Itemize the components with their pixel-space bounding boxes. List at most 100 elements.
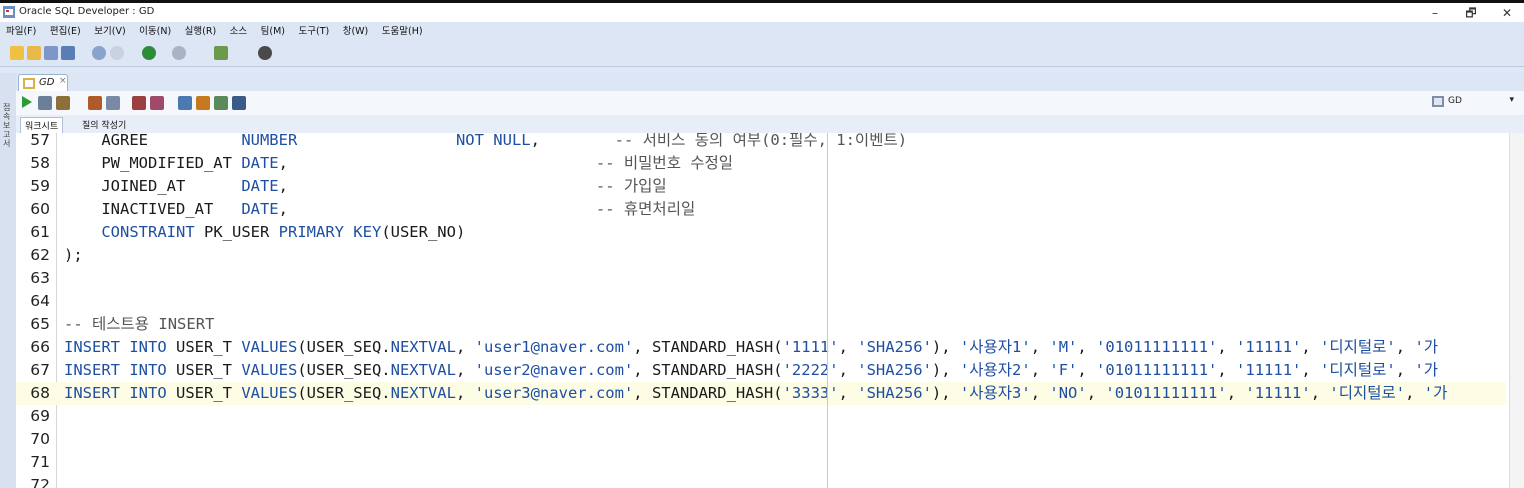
code-line[interactable]: 58 PW_MODIFIED_AT DATE, -- 비밀번호 수정일 <box>16 152 1506 175</box>
save-all-icon[interactable] <box>61 46 75 60</box>
sql-editor[interactable]: 57 AGREE NUMBER NOT NULL, -- 서비스 동의 여부(0… <box>16 133 1524 488</box>
tab-gd[interactable]: GD × <box>18 74 68 91</box>
chevron-down-icon: ▾ <box>1509 95 1514 105</box>
connections-side-panel[interactable]: 접속 보고서 <box>0 73 17 488</box>
sql-history-icon[interactable] <box>178 96 192 110</box>
sql-keyword: VALUES <box>241 384 298 402</box>
sql-string: '사용자3' <box>959 384 1031 402</box>
code-line[interactable]: 66 INSERT INTO USER_T VALUES(USER_SEQ.NEX… <box>16 336 1506 359</box>
forward-icon[interactable] <box>172 46 186 60</box>
sql-token: (USER_SEQ. <box>297 384 391 402</box>
run-statement-icon[interactable] <box>22 96 32 108</box>
code-text: PW_MODIFIED_AT DATE, -- 비밀번호 수정일 <box>64 152 733 175</box>
code-line[interactable]: 57 AGREE NUMBER NOT NULL, -- 서비스 동의 여부(0… <box>16 133 1506 152</box>
code-line[interactable]: 69 <box>16 405 1506 428</box>
code-line[interactable]: 71 <box>16 451 1506 474</box>
sql-comment: -- 테스트용 INSERT <box>64 315 215 333</box>
commit-icon[interactable] <box>56 96 70 110</box>
restore-button[interactable]: 🗗 <box>1456 4 1486 22</box>
code-line[interactable]: 68 INSERT INTO USER_T VALUES(USER_SEQ.NEX… <box>16 382 1506 405</box>
menu-help[interactable]: 도움말(H) <box>382 22 423 42</box>
format-icon[interactable] <box>232 96 246 110</box>
sql-string: 'NO' <box>1049 384 1087 402</box>
code-text: JOINED_AT DATE, -- 가입일 <box>64 175 666 198</box>
sql-token: , <box>1217 338 1237 356</box>
code-line[interactable]: 70 <box>16 428 1506 451</box>
new-icon[interactable] <box>10 46 24 60</box>
sql-token: USER_T <box>166 384 242 402</box>
sql-keyword: NEXTVAL <box>390 361 456 379</box>
menu-source[interactable]: 소스 <box>230 22 247 42</box>
tab-close-icon[interactable]: × <box>59 76 67 86</box>
sql-keyword: INSERT INTO <box>64 384 167 402</box>
sql-token: (USER_SEQ. <box>297 338 391 356</box>
sql-string: '01011111111' <box>1105 384 1227 402</box>
code-line[interactable]: 59 JOINED_AT DATE, -- 가입일 <box>16 175 1506 198</box>
sql-keyword: INSERT INTO <box>64 361 167 379</box>
sql-keyword: INSERT INTO <box>64 338 167 356</box>
line-number: 70 <box>30 430 50 448</box>
sql-string: 'M' <box>1049 338 1078 356</box>
sql-keyword: NUMBER <box>241 133 298 149</box>
minimize-button[interactable]: – <box>1420 4 1450 22</box>
database-icon[interactable] <box>214 46 228 60</box>
tuning-icon[interactable] <box>214 96 228 110</box>
tab-worksheet[interactable]: 워크시트 <box>20 117 64 133</box>
connection-selector[interactable]: GD ▾ <box>1430 94 1518 110</box>
sql-string: 'SHA256' <box>857 384 932 402</box>
redo-icon[interactable] <box>110 46 124 60</box>
autotrace-icon[interactable] <box>132 96 146 110</box>
sql-string: 'F' <box>1049 361 1078 379</box>
explain-plan-icon[interactable] <box>106 96 120 110</box>
connection-icon <box>1432 96 1444 107</box>
code-line[interactable]: 67 INSERT INTO USER_T VALUES(USER_SEQ.NEX… <box>16 359 1506 382</box>
sql-token: , <box>838 384 858 402</box>
sql-token: , <box>278 200 596 218</box>
menu-tools[interactable]: 도구(T) <box>299 22 330 42</box>
menu-edit[interactable]: 편집(E) <box>50 22 81 42</box>
clear-icon[interactable] <box>150 96 164 110</box>
sql-token: , <box>1405 384 1424 402</box>
sql-token: ); <box>64 246 83 264</box>
sql-token: , <box>530 133 615 149</box>
open-icon[interactable] <box>27 46 41 60</box>
menu-run[interactable]: 실행(R) <box>185 22 217 42</box>
vertical-scrollbar[interactable] <box>1509 133 1524 488</box>
sql-token: PW_MODIFIED_AT <box>64 154 242 172</box>
sql-token: (USER_NO) <box>381 223 466 241</box>
sql-string: '디지털로' <box>1329 384 1406 402</box>
sql-string: '11111' <box>1245 384 1311 402</box>
binoculars-icon[interactable] <box>258 46 272 60</box>
sql-string: '디지털로' <box>1320 361 1396 379</box>
back-icon[interactable] <box>142 46 156 60</box>
menu-team[interactable]: 팀(M) <box>261 22 285 42</box>
code-line[interactable]: 63 <box>16 267 1506 290</box>
run-script-icon[interactable] <box>38 96 52 110</box>
code-line[interactable]: 60 INACTIVED_AT DATE, -- 휴면처리일 <box>16 198 1506 221</box>
tab-query-builder[interactable]: 질의 작성기 <box>78 117 130 132</box>
undo-icon[interactable] <box>92 46 106 60</box>
code-line[interactable]: 61 CONSTRAINT PK_USER PRIMARY KEY(USER_N… <box>16 221 1506 244</box>
rollback-icon[interactable] <box>88 96 102 110</box>
sql-string: '가 <box>1414 338 1439 356</box>
sql-token: , <box>1395 361 1415 379</box>
sql-keyword: DATE <box>241 200 279 218</box>
code-line[interactable]: 62); <box>16 244 1506 267</box>
worksheet-subtabs: 워크시트 질의 작성기 <box>16 115 1524 134</box>
close-button[interactable]: ✕ <box>1492 4 1522 22</box>
menu-navigate[interactable]: 이동(N) <box>139 22 171 42</box>
code-line[interactable]: 65 -- 테스트용 INSERT <box>16 313 1506 336</box>
sql-token: , <box>1086 384 1106 402</box>
menu-view[interactable]: 보기(V) <box>94 22 125 42</box>
save-icon[interactable] <box>44 46 58 60</box>
sql-keyword: VALUES <box>241 361 298 379</box>
eraser-icon[interactable] <box>196 96 210 110</box>
menu-file[interactable]: 파일(F) <box>6 22 36 42</box>
menu-window[interactable]: 창(W) <box>343 22 369 42</box>
line-number: 59 <box>30 177 50 195</box>
sql-string: '디지털로' <box>1320 338 1396 356</box>
right-margin-guide <box>827 133 828 488</box>
code-text: CONSTRAINT PK_USER PRIMARY KEY(USER_NO) <box>64 221 465 244</box>
code-line[interactable]: 72 <box>16 474 1506 488</box>
code-line[interactable]: 64 <box>16 290 1506 313</box>
